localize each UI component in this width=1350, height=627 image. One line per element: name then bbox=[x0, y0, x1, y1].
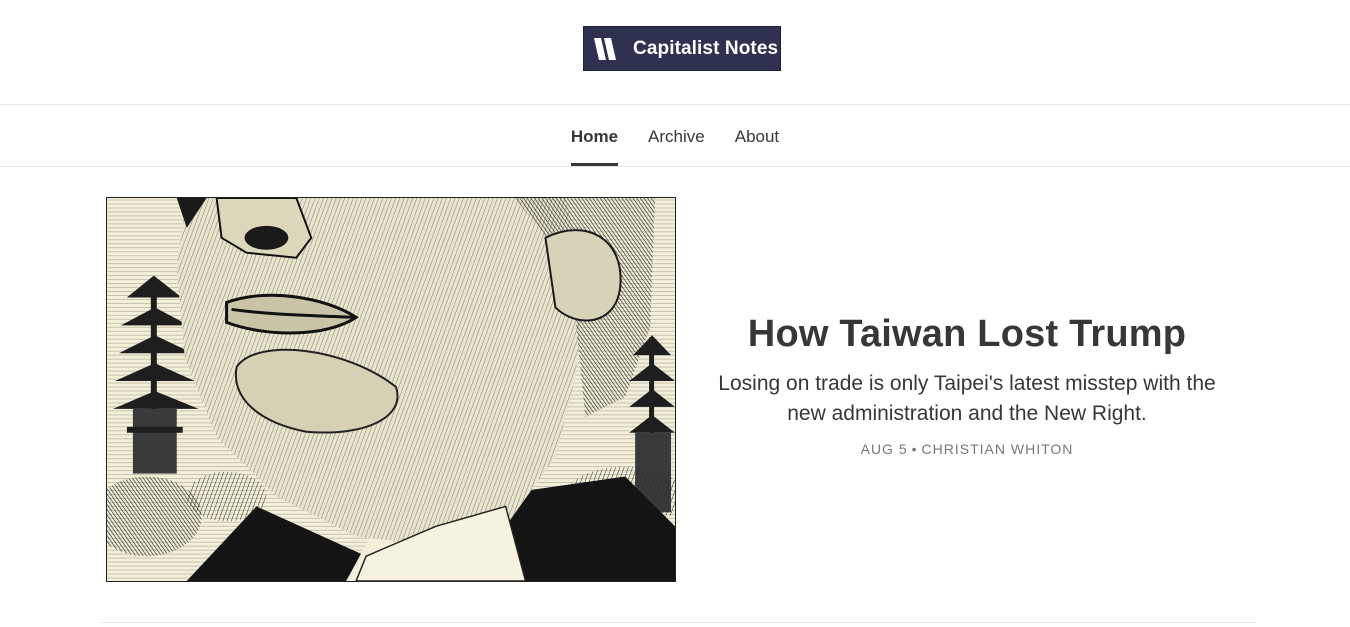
tab-archive[interactable]: Archive bbox=[648, 105, 705, 166]
stripes-logo-mark-icon bbox=[594, 37, 616, 60]
post-subtitle: Losing on trade is only Taipei's latest … bbox=[718, 372, 1216, 425]
post-author[interactable]: CHRISTIAN WHITON bbox=[922, 441, 1074, 457]
main-nav: Home Archive About bbox=[0, 105, 1350, 167]
featured-post-image[interactable] bbox=[106, 197, 676, 582]
publication-logo[interactable]: Capitalist Notes bbox=[583, 26, 781, 71]
tab-about[interactable]: About bbox=[735, 105, 779, 166]
post-meta: AUG 5 • CHRISTIAN WHITON bbox=[706, 441, 1228, 457]
post-title[interactable]: How Taiwan Lost Trump bbox=[706, 311, 1228, 357]
post-date: AUG 5 bbox=[860, 441, 908, 457]
masthead: Capitalist Notes bbox=[0, 0, 1350, 105]
publication-name: Capitalist Notes bbox=[633, 37, 779, 59]
section-divider bbox=[101, 622, 1256, 623]
meta-separator: • bbox=[911, 441, 918, 457]
tab-home[interactable]: Home bbox=[570, 105, 619, 166]
featured-post-text: How Taiwan Lost Trump Losing on trade is… bbox=[706, 311, 1228, 457]
featured-post: How Taiwan Lost Trump Losing on trade is… bbox=[0, 168, 1350, 627]
